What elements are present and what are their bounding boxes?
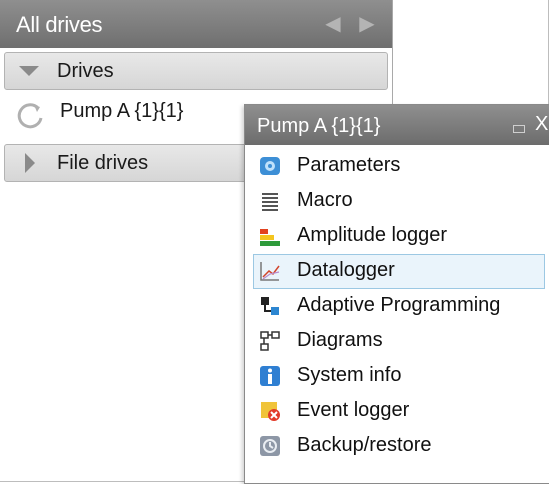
datalogger-icon: [260, 262, 280, 281]
menu-item-parameters[interactable]: Parameters: [253, 149, 545, 184]
collapsed-triangle-icon: [25, 153, 35, 173]
drive-refresh-icon: [17, 103, 43, 129]
macro-icon: [262, 193, 278, 211]
minimize-icon[interactable]: [513, 125, 525, 133]
menu-item-event-logger[interactable]: Event logger: [253, 394, 545, 429]
parameters-icon: [260, 157, 280, 175]
nav-right-icon[interactable]: ▶: [356, 13, 378, 35]
diagrams-icon: [260, 331, 280, 351]
event-logger-icon: [261, 402, 280, 421]
amplitude-logger-icon: [260, 229, 280, 246]
backup-restore-icon: [260, 436, 280, 456]
menu-item-diagrams[interactable]: Diagrams: [253, 324, 545, 359]
menu-item-label: Diagrams: [297, 329, 383, 351]
menu-item-label: Macro: [297, 189, 353, 211]
menu-item-backup-restore[interactable]: Backup/restore: [253, 429, 545, 464]
popup-menu: Parameters Macro Amplitude logger Datalo…: [253, 149, 545, 464]
panel-title: All drives: [16, 12, 103, 37]
drives-section-header[interactable]: Drives: [4, 52, 388, 90]
menu-item-amplitude-logger[interactable]: Amplitude logger: [253, 219, 545, 254]
menu-item-label: Event logger: [297, 399, 410, 421]
popup-title: Pump A {1}{1}: [257, 115, 381, 137]
adaptive-programming-icon: [261, 297, 279, 315]
close-icon[interactable]: X: [535, 113, 548, 136]
expanded-triangle-icon: [19, 66, 39, 76]
menu-item-label: Adaptive Programming: [297, 294, 501, 316]
drives-section-label: Drives: [57, 60, 114, 82]
panel-header: All drives ◀ ▶: [0, 0, 392, 48]
drive-context-popup: Pump A {1}{1} X Parameters Macro Amplitu…: [244, 104, 549, 484]
drive-item-label: Pump A {1}{1}: [60, 100, 184, 122]
menu-item-label: Datalogger: [297, 259, 395, 281]
menu-item-adaptive-programming[interactable]: Adaptive Programming: [253, 289, 545, 324]
menu-item-label: Parameters: [297, 154, 401, 176]
menu-item-label: Amplitude logger: [297, 224, 448, 246]
system-info-icon: [260, 366, 280, 386]
popup-header: Pump A {1}{1} X: [245, 105, 549, 145]
menu-item-macro[interactable]: Macro: [253, 184, 545, 219]
file-drives-section-label: File drives: [57, 152, 149, 174]
menu-item-label: System info: [297, 364, 402, 386]
menu-item-datalogger[interactable]: Datalogger: [253, 254, 545, 289]
nav-left-icon[interactable]: ◀: [322, 13, 344, 35]
menu-item-label: Backup/restore: [297, 434, 432, 456]
menu-item-system-info[interactable]: System info: [253, 359, 545, 394]
